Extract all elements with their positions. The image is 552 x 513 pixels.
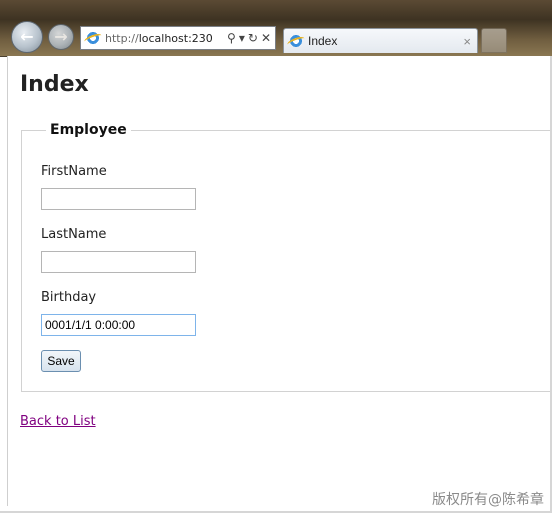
tab-close-icon[interactable]: × (463, 34, 471, 49)
first-name-input[interactable] (41, 188, 196, 210)
last-name-label: LastName (41, 227, 107, 242)
back-button[interactable]: ← (11, 21, 43, 53)
forward-arrow-icon: → (54, 27, 68, 46)
page-content: Index Employee FirstName LastName Birthd… (7, 56, 552, 506)
search-icon[interactable]: ⚲ (227, 31, 236, 45)
back-arrow-icon: ← (20, 27, 34, 46)
address-tools: ⚲ ▾ ↻ ✕ (227, 31, 275, 45)
address-prefix: http:// (105, 31, 139, 45)
save-button[interactable]: Save (41, 350, 81, 372)
last-name-input[interactable] (41, 251, 196, 273)
first-name-label: FirstName (41, 164, 107, 179)
dropdown-arrow-icon[interactable]: ▾ (239, 31, 245, 45)
birthday-label: Birthday (41, 290, 97, 305)
browser-toolbar: ← → http:// localhost:230 ⚲ ▾ ↻ ✕ Index … (0, 0, 552, 57)
birthday-input[interactable] (41, 314, 196, 336)
tab-index[interactable]: Index × (283, 28, 478, 53)
ie-tab-icon (289, 34, 303, 48)
ie-page-icon (86, 31, 100, 45)
stop-icon[interactable]: ✕ (261, 31, 271, 45)
address-bar[interactable]: http:// localhost:230 ⚲ ▾ ↻ ✕ (80, 26, 276, 50)
address-host: localhost:230 (138, 31, 213, 45)
refresh-icon[interactable]: ↻ (248, 31, 258, 45)
new-tab-button[interactable] (481, 28, 507, 53)
page-title: Index (20, 72, 89, 97)
fieldset-legend: Employee (50, 122, 127, 138)
forward-button[interactable]: → (48, 24, 74, 50)
watermark: 版权所有@陈希章 (432, 492, 544, 508)
tab-title: Index (308, 34, 338, 48)
back-to-list-link[interactable]: Back to List (20, 414, 96, 429)
employee-fieldset: Employee FirstName LastName Birthday (21, 122, 552, 392)
